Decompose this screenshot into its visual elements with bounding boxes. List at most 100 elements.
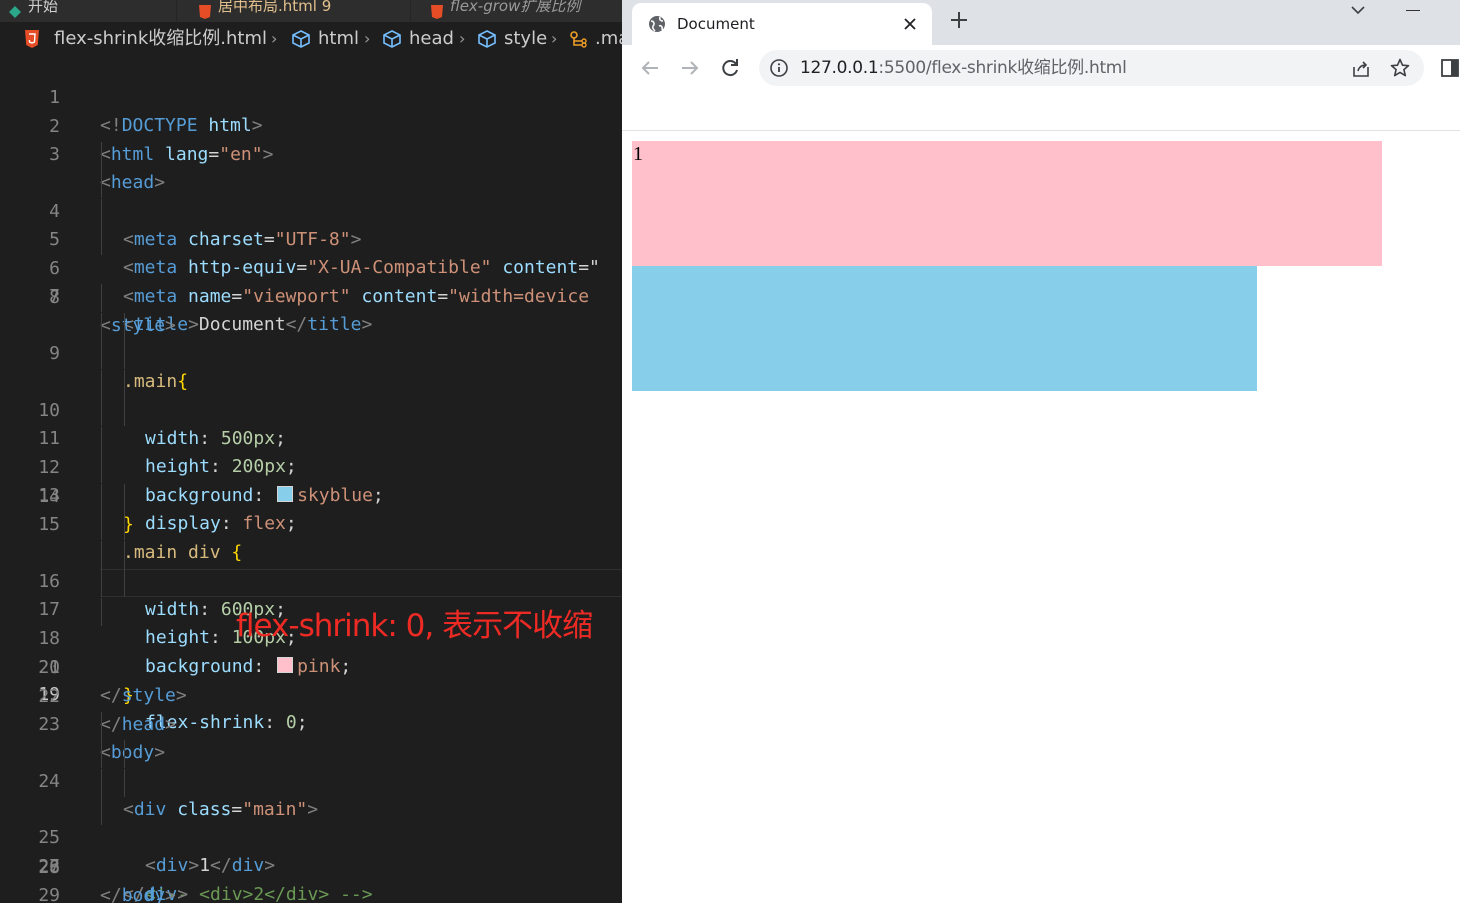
code-line: 15 .main div {	[0, 455, 622, 563]
breadcrumb-file[interactable]: flex-shrink收缩比例.html	[54, 22, 267, 56]
code-line: 14 }	[0, 426, 622, 535]
code-line: 25 <div>1</div>	[0, 740, 622, 876]
bookmark-star-icon[interactable]	[1389, 57, 1411, 83]
indent-guide	[124, 740, 125, 768]
code-line: 1 <!DOCTYPE html>	[0, 56, 622, 136]
back-arrow-icon[interactable]	[636, 54, 664, 82]
close-tab-icon[interactable]	[904, 3, 916, 45]
forward-arrow-icon[interactable]	[676, 54, 704, 82]
html5-file-icon	[430, 0, 444, 19]
breadcrumb-item-head[interactable]: head	[409, 22, 454, 56]
editor-tab-center-layout[interactable]: 居中布局.html 9	[198, 0, 331, 20]
code-line: 26 <!-- <div>2</div> -->	[0, 768, 622, 903]
code-line: 11 height: 200px;	[0, 341, 622, 477]
url-path: :5500/flex-shrink收缩比例.html	[878, 58, 1127, 78]
indent-guide	[101, 398, 102, 426]
cube-icon	[476, 22, 498, 56]
code-line: 28 </body>	[0, 826, 622, 903]
new-tab-icon[interactable]	[949, 10, 969, 34]
minimize-icon[interactable]	[1406, 10, 1420, 11]
code-token: </	[100, 884, 122, 903]
browser-tab[interactable]: Document	[632, 3, 932, 45]
indent-guide	[101, 569, 102, 597]
browser-window: Document 127.0.0.1:5500/flex-shrink收缩比例.…	[622, 0, 1460, 903]
html5-file-icon	[24, 22, 40, 56]
editor-tab-bar: 开始 居中布局.html 9 flex-grow扩展比例	[0, 0, 622, 22]
chevron-right-icon: ›	[271, 29, 278, 48]
cube-icon	[381, 22, 403, 56]
chevron-down-icon[interactable]	[1348, 0, 1368, 25]
indent-guide	[101, 512, 102, 540]
indent-guide	[101, 341, 102, 369]
indent-guide	[101, 198, 102, 227]
code-line-active: 19 flex-shrink: 0;	[0, 569, 622, 733]
breadcrumb-item-html[interactable]: html	[318, 22, 359, 56]
globe-icon	[648, 15, 666, 33]
indent-guide	[101, 597, 102, 626]
site-info-icon[interactable]	[769, 58, 789, 82]
breadcrumb-item-style[interactable]: style	[504, 22, 547, 56]
code-line: 10 width: 500px;	[0, 312, 622, 449]
editor-tab-start[interactable]: 开始	[8, 0, 58, 20]
code-line: 17 height: 100px;	[0, 512, 622, 648]
code-line: 13 display: flex;	[0, 398, 622, 534]
code-line: 29 </html>	[0, 854, 622, 903]
code-token: body	[121, 884, 166, 903]
reload-icon[interactable]	[716, 54, 744, 82]
current-line-highlight	[100, 569, 622, 597]
code-line: 27 </div>	[0, 797, 622, 903]
chevron-right-icon: ›	[551, 29, 558, 48]
code-line: 22 </head>	[0, 655, 622, 735]
browser-toolbar: 127.0.0.1:5500/flex-shrink收缩比例.html	[622, 45, 1460, 91]
chevron-right-icon: ›	[364, 29, 371, 48]
indent-guide	[124, 312, 125, 341]
indent-guide	[101, 426, 102, 455]
flex-container-background	[632, 266, 1257, 391]
editor-tab-flex-grow[interactable]: flex-grow扩展比例	[430, 0, 580, 20]
indent-guide	[101, 797, 102, 825]
side-panel-icon[interactable]	[1440, 58, 1460, 82]
indent-guide	[101, 768, 102, 797]
share-icon[interactable]	[1350, 58, 1372, 84]
indent-guide	[101, 740, 102, 768]
indent-guide	[101, 141, 102, 170]
indent-guide	[101, 227, 102, 255]
code-line: 12 background: skyblue;	[0, 369, 622, 506]
breadcrumb-item-selector[interactable]: .ma	[595, 22, 622, 56]
indent-guide	[124, 398, 125, 426]
code-line: 2 <html lang="en">	[0, 85, 622, 165]
code-line: 24 <div class="main">	[0, 711, 622, 820]
code-line: 4 <meta charset="UTF-8">	[0, 141, 622, 250]
browser-tab-title: Document	[677, 15, 755, 33]
indent-guide	[101, 711, 102, 740]
url-host: 127.0.0.1	[800, 58, 879, 78]
indent-guide	[124, 341, 125, 369]
cube-icon	[290, 22, 312, 56]
editor-tab-label: flex-grow扩展比例	[450, 0, 581, 15]
indent-guide	[101, 483, 102, 512]
line-number: 29	[38, 885, 60, 903]
code-line: 18 background: pink;	[0, 540, 622, 677]
address-bar[interactable]: 127.0.0.1:5500/flex-shrink收缩比例.html	[759, 50, 1424, 86]
code-line: 16 width: 600px;	[0, 483, 622, 620]
vscode-logo-icon	[8, 0, 22, 18]
editor-tab-label: 开始	[28, 0, 59, 15]
code-line: 6 <meta name="viewport" content="width=d…	[0, 198, 622, 307]
page-viewport: 1	[622, 131, 1460, 903]
code-line: 23 <body>	[0, 683, 622, 763]
flex-item-1-text: 1	[633, 143, 643, 165]
tab-divider	[410, 0, 411, 22]
code-line: 3 <head>	[0, 113, 622, 193]
browser-tab-strip: Document	[622, 0, 1460, 45]
code-token: >	[177, 884, 189, 903]
indent-guide	[124, 569, 125, 597]
indent-guide	[124, 540, 125, 569]
indent-guide	[124, 483, 125, 512]
code-line: 8 <style>	[0, 256, 622, 336]
url-text[interactable]: 127.0.0.1:5500/flex-shrink收缩比例.html	[800, 50, 1127, 86]
tab-divider	[176, 0, 177, 22]
code-editor[interactable]: 开始 居中布局.html 9 flex-grow扩展比例 flex-shrink…	[0, 0, 622, 903]
indent-guide	[101, 284, 102, 312]
indent-guide	[124, 369, 125, 398]
editor-tab-label: 居中布局.html 9	[218, 0, 332, 15]
